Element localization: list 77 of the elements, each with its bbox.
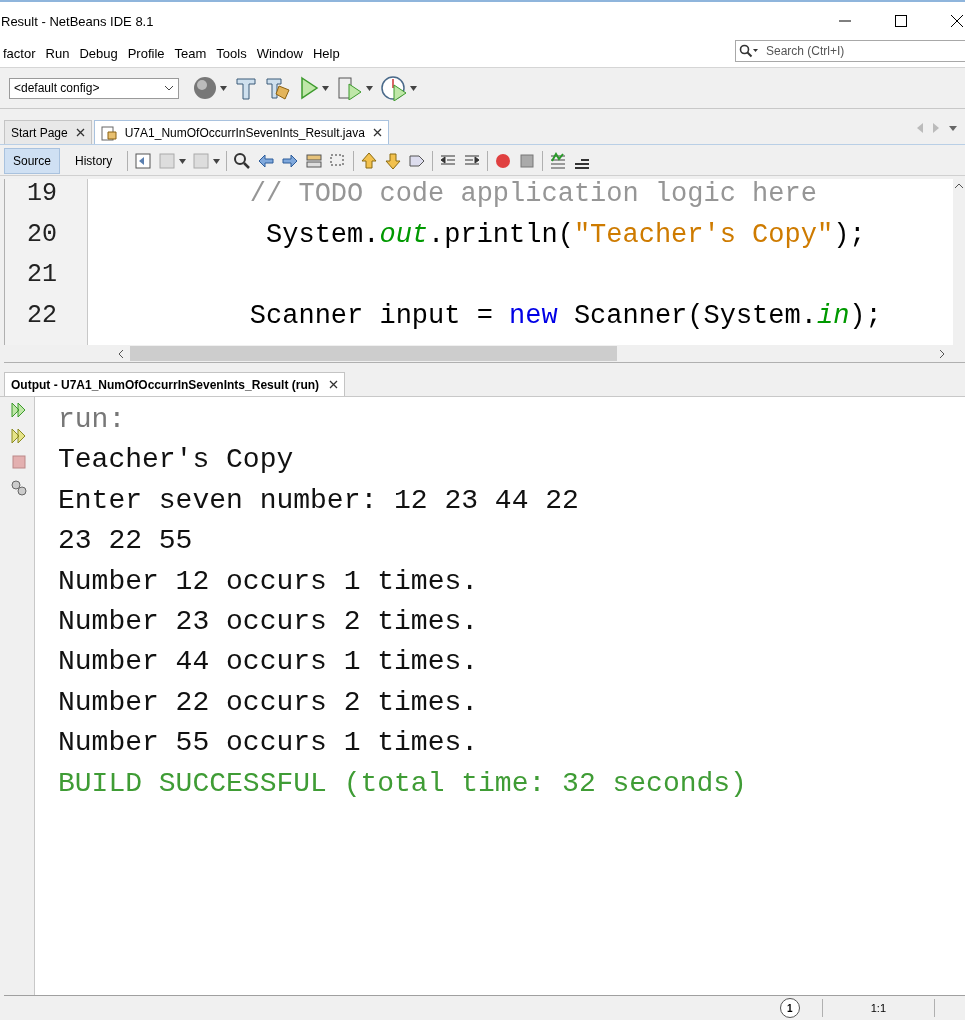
record-icon[interactable] [494, 152, 513, 170]
caret-icon[interactable] [213, 158, 221, 164]
code-token: out [379, 219, 429, 250]
editor-tab[interactable]: U7A1_NumOfOccurrInSevenInts_Result.java [93, 120, 389, 144]
code-token: ); [833, 219, 866, 250]
code-token: ); [849, 300, 882, 331]
output-line: Number 23 occurs 2 times. [58, 605, 480, 639]
scroll-up-icon[interactable] [953, 181, 965, 191]
arrow-right-icon[interactable] [281, 152, 300, 170]
close-icon [951, 15, 963, 27]
search-field[interactable]: Search (Ctrl+I) [735, 40, 965, 62]
magnify-icon[interactable] [233, 152, 252, 170]
back-source-icon[interactable] [134, 152, 153, 170]
comment-icon[interactable] [549, 152, 568, 170]
close-icon[interactable] [75, 128, 85, 137]
arrow-up-icon[interactable] [360, 152, 379, 170]
profile-clock-icon[interactable] [381, 75, 407, 101]
caret-icon[interactable] [179, 158, 187, 164]
output-line: Number 22 occurs 2 times. [58, 686, 480, 720]
arrow-left-icon[interactable] [257, 152, 276, 170]
line-number: 20 [26, 219, 58, 251]
output-line: Number 44 occurs 1 times. [58, 646, 480, 680]
view-tab[interactable]: Source [4, 148, 61, 174]
config-dropdown[interactable]: <default config> [9, 77, 179, 99]
output-line: Enter seven number: 12 23 44 22 [58, 484, 580, 518]
output-line: run: [58, 404, 127, 437]
menu-item[interactable]: Tools [211, 46, 252, 61]
caret-icon[interactable] [322, 85, 329, 91]
menu-item[interactable]: Help [307, 46, 345, 61]
rerun-icon[interactable] [10, 427, 28, 445]
scroll-left-icon[interactable] [116, 347, 126, 360]
menu-item[interactable]: Run [40, 46, 75, 61]
menu-item[interactable]: Profile [122, 46, 170, 61]
notification-badge[interactable]: 1 [779, 998, 800, 1018]
output-line: Number 55 occurs 1 times. [58, 727, 480, 761]
scroll-right-icon[interactable] [937, 347, 947, 360]
menu-item[interactable]: factor [0, 46, 41, 61]
code-token: "Teacher's Copy" [573, 219, 834, 250]
arrow-down-icon[interactable] [384, 152, 403, 170]
code-token: new [509, 300, 558, 331]
view-tab[interactable]: History [66, 148, 122, 174]
output-line: Number 12 occurs 1 times. [58, 565, 480, 599]
rerun-icon[interactable] [10, 401, 28, 419]
search-icon [739, 44, 759, 58]
chevron-down-icon [164, 85, 174, 91]
tag-icon[interactable] [408, 152, 427, 170]
output-tab[interactable]: Output - U7A1_NumOfOccurrInSevenInts_Result (run) [4, 372, 346, 396]
caret-icon[interactable] [366, 85, 373, 91]
caret-icon[interactable] [410, 85, 417, 91]
caret-position: 1:1 [821, 999, 935, 1017]
line-number: 19 [26, 179, 58, 210]
menu-item[interactable]: Team [169, 46, 212, 61]
output-line: BUILD SUCCESSFUL (total time: 32 seconds) [58, 767, 747, 801]
maximize-icon [895, 15, 907, 27]
editor-tab[interactable]: Start Page [4, 120, 92, 144]
menu-item[interactable]: Window [251, 46, 308, 61]
output-line: 23 22 55 [58, 525, 194, 559]
code-token: // TODO code application logic here [248, 179, 817, 209]
close-icon[interactable] [329, 380, 339, 389]
code-token: .println( [428, 219, 574, 250]
close-icon[interactable] [372, 128, 382, 137]
line-number: 21 [26, 260, 58, 291]
code-token: Scanner input = [248, 300, 494, 331]
code-token: in [816, 300, 850, 331]
stop-icon[interactable] [518, 152, 537, 170]
line-number: 22 [26, 300, 58, 332]
java-file-icon [100, 124, 117, 141]
caret-icon[interactable] [220, 85, 227, 91]
window-title: Result - NetBeans IDE 8.1 [1, 13, 154, 29]
menu-item[interactable]: Debug [74, 46, 123, 61]
output-line: Teacher's Copy [58, 444, 295, 478]
stack-icon[interactable] [305, 152, 324, 170]
code-token: Scanner(System. [572, 300, 817, 331]
code-token: System. [265, 219, 380, 250]
caret-icon[interactable] [949, 123, 957, 133]
scrollbar-thumb[interactable] [130, 346, 617, 361]
minimize-icon [839, 20, 851, 22]
